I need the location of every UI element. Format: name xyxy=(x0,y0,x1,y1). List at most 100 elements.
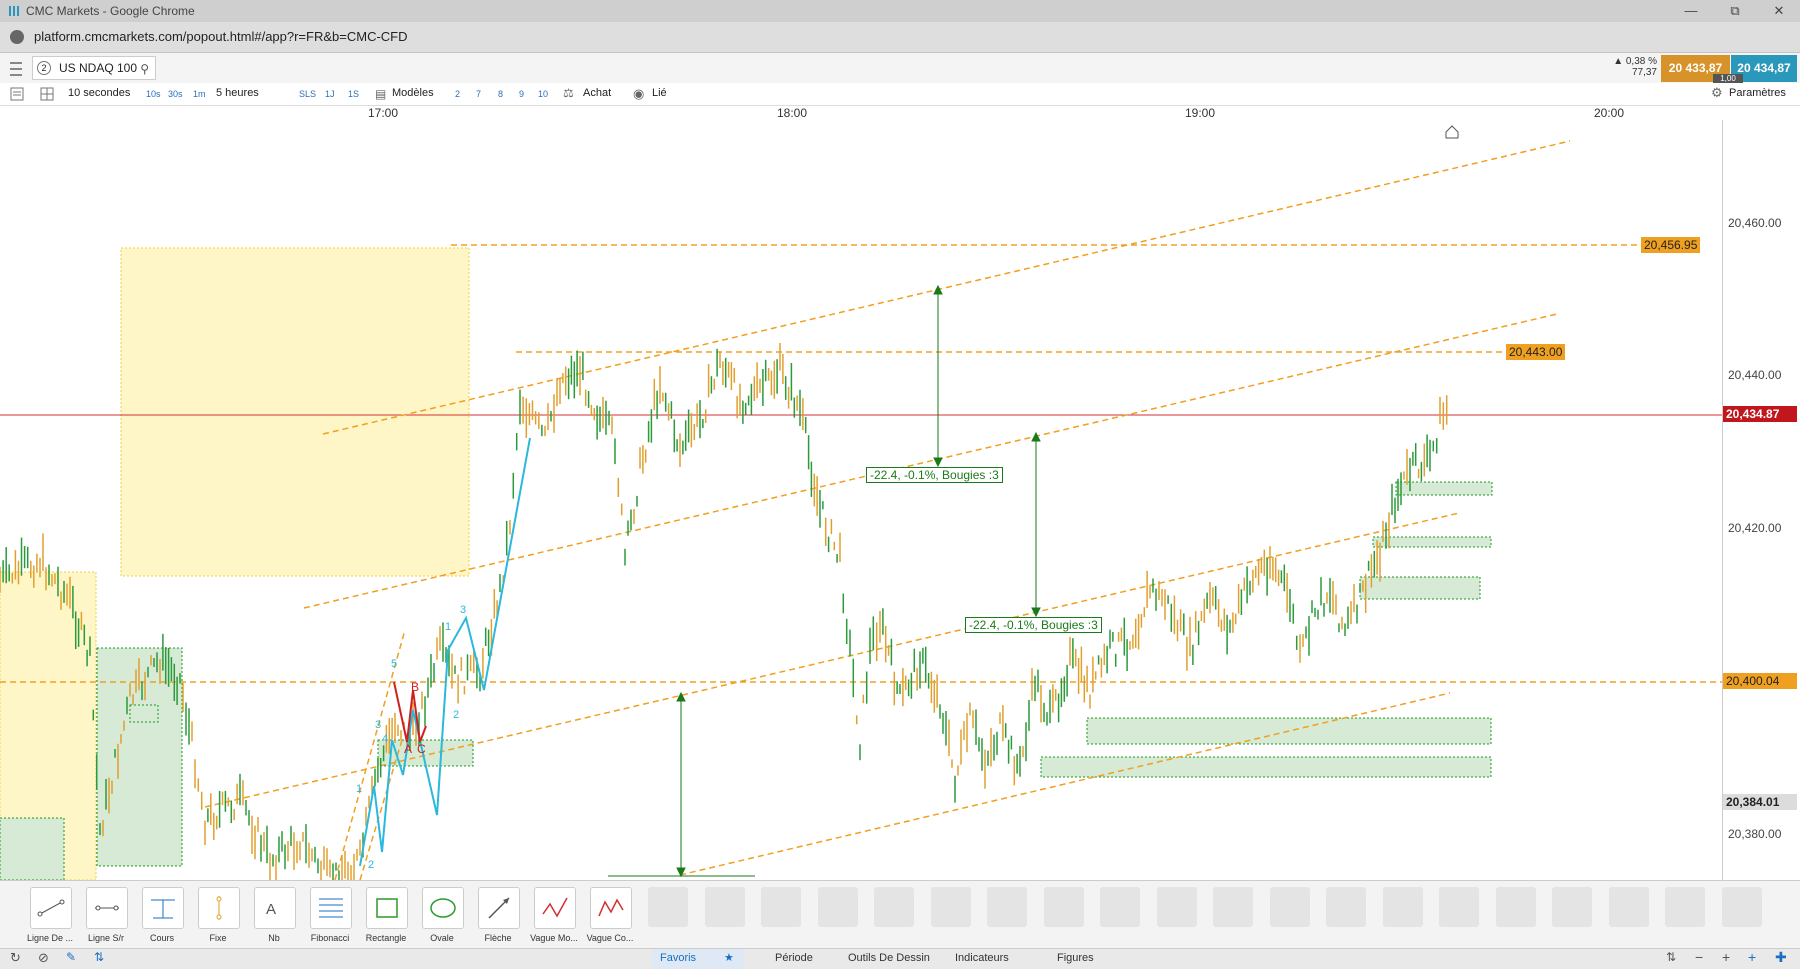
fit-icon[interactable]: ⇅ xyxy=(1666,950,1676,964)
cursor-icon[interactable]: ⇅ xyxy=(94,950,104,964)
pencil-icon[interactable]: ✎ xyxy=(66,950,76,964)
tab-outils[interactable]: Outils De Dessin xyxy=(848,952,930,964)
channel-line[interactable] xyxy=(322,140,1571,435)
interval-select[interactable]: 10 secondes xyxy=(68,87,130,99)
tab-figures[interactable]: Figures xyxy=(1057,952,1094,964)
empty-tool-slot[interactable] xyxy=(1326,887,1366,927)
tool-label: Ovale xyxy=(430,933,454,943)
svg-text:A: A xyxy=(266,901,276,918)
templates-button[interactable]: Modèles xyxy=(392,87,434,99)
empty-tool-slot[interactable] xyxy=(1721,887,1762,927)
interval-10s[interactable]: 10s xyxy=(146,89,161,99)
measure-label[interactable]: -22.4, -0.1%, Bougies :3 xyxy=(866,467,1003,483)
layout-icon[interactable] xyxy=(40,87,54,101)
span-1j[interactable]: 1J xyxy=(325,89,335,99)
empty-tool-slot[interactable] xyxy=(1665,887,1705,927)
corrective-wave-tool[interactable] xyxy=(590,887,632,929)
buy-mode-button[interactable]: Achat xyxy=(583,87,611,99)
cmc-logo-icon xyxy=(9,6,19,16)
tab-periode[interactable]: Période xyxy=(775,952,813,964)
search-icon[interactable]: ⚲ xyxy=(140,62,149,76)
rectangle-tool[interactable] xyxy=(366,887,408,929)
oval-tool[interactable] xyxy=(422,887,464,929)
empty-tool-slot[interactable] xyxy=(874,887,914,927)
price-axis-label: 20,460.00 xyxy=(1728,216,1782,230)
empty-tool-slot[interactable] xyxy=(1439,887,1479,927)
tool-label: Fixe xyxy=(209,933,227,943)
empty-tool-slot[interactable] xyxy=(704,887,745,927)
demand-zone xyxy=(1372,536,1492,548)
empty-tool-slot[interactable] xyxy=(817,887,858,927)
fibonacci-tool[interactable] xyxy=(310,887,352,929)
empty-tool-slot[interactable] xyxy=(1100,887,1140,927)
wave-label: A xyxy=(404,742,413,756)
level-tag: 20,456.95 xyxy=(1641,237,1701,253)
tab-label: Favoris xyxy=(660,952,697,964)
empty-tool-slot[interactable] xyxy=(1213,887,1253,927)
cancel-icon[interactable]: ⊘ xyxy=(38,950,49,966)
empty-tool-slot[interactable] xyxy=(1156,887,1197,927)
trend-line-tool[interactable] xyxy=(30,887,72,929)
price-axis[interactable] xyxy=(1722,120,1800,880)
preset-10[interactable]: 10 xyxy=(538,89,548,99)
note-tool[interactable]: A xyxy=(254,887,296,929)
interval-30s[interactable]: 30s xyxy=(168,89,183,99)
preset-7[interactable]: 7 xyxy=(476,89,481,99)
linked-button[interactable]: Lié xyxy=(652,87,667,99)
crosshair-icon[interactable]: + xyxy=(1748,949,1756,965)
list-icon[interactable] xyxy=(10,87,24,101)
price-axis-label: 20,420.00 xyxy=(1728,521,1782,535)
empty-tool-slot[interactable] xyxy=(1608,887,1649,927)
wave-tool[interactable] xyxy=(534,887,576,929)
title-bar: CMC Markets - Google Chrome — ⧉ ✕ xyxy=(0,0,1800,22)
empty-tool-slot[interactable] xyxy=(987,887,1027,927)
empty-tool-slot[interactable] xyxy=(1043,887,1084,927)
span-1s[interactable]: 1S xyxy=(348,89,359,99)
settings-button[interactable]: Paramètres xyxy=(1729,87,1786,99)
tab-favoris[interactable]: Favoris ★ xyxy=(652,949,744,969)
span-sls[interactable]: SLS xyxy=(299,89,316,99)
current-price-tag: 20,434.87 xyxy=(1723,406,1797,422)
gear-icon[interactable]: ⚙ xyxy=(1711,85,1723,101)
demand-zone xyxy=(1359,576,1481,600)
level-tag: 20,443.00 xyxy=(1506,344,1566,360)
price-axis-label: 20,380.00 xyxy=(1728,827,1782,841)
zoom-out-icon[interactable]: − xyxy=(1695,949,1703,965)
span-select[interactable]: 5 heures xyxy=(216,87,259,99)
arrow-tool[interactable] xyxy=(478,887,520,929)
empty-tool-slot[interactable] xyxy=(1495,887,1536,927)
minimize-button[interactable]: — xyxy=(1676,2,1706,20)
tool-label: Ligne De ... xyxy=(26,933,74,943)
instrument-badge: 2 xyxy=(37,61,51,75)
close-button[interactable]: ✕ xyxy=(1764,2,1794,20)
tab-indicateurs[interactable]: Indicateurs xyxy=(955,952,1009,964)
preset-9[interactable]: 9 xyxy=(519,89,524,99)
measure-label[interactable]: -22.4, -0.1%, Bougies :3 xyxy=(965,617,1102,633)
interval-1m[interactable]: 1m xyxy=(193,89,206,99)
fixed-tool[interactable] xyxy=(198,887,240,929)
preset-2[interactable]: 2 xyxy=(455,89,460,99)
time-label: 18:00 xyxy=(777,106,808,120)
menu-icon[interactable] xyxy=(10,62,22,76)
site-info-icon[interactable] xyxy=(10,30,24,44)
instrument-selector[interactable]: 2 US NDAQ 100 ⚲ xyxy=(32,56,156,80)
price-chart[interactable] xyxy=(0,120,1722,880)
demand-zone xyxy=(129,704,159,723)
price-line-tool[interactable] xyxy=(142,887,184,929)
sr-line-tool[interactable] xyxy=(86,887,128,929)
zoom-in-icon[interactable]: + xyxy=(1722,949,1730,965)
empty-tool-slot[interactable] xyxy=(930,887,971,927)
empty-tool-slot[interactable] xyxy=(761,887,801,927)
address-bar[interactable]: platform.cmcmarkets.com/popout.html#/app… xyxy=(0,22,1800,53)
preset-8[interactable]: 8 xyxy=(498,89,503,99)
empty-tool-slot[interactable] xyxy=(648,887,688,927)
restore-button[interactable]: ⧉ xyxy=(1720,2,1750,20)
empty-tool-slot[interactable] xyxy=(1382,887,1423,927)
url-text[interactable]: platform.cmcmarkets.com/popout.html#/app… xyxy=(34,29,408,44)
crosshair-full-icon[interactable]: ✚ xyxy=(1775,949,1787,966)
empty-tool-slot[interactable] xyxy=(1269,887,1310,927)
empty-tool-slot[interactable] xyxy=(1552,887,1592,927)
home-icon[interactable] xyxy=(1445,125,1459,139)
refresh-icon[interactable]: ↻ xyxy=(10,950,21,966)
channel-line[interactable] xyxy=(679,692,1451,876)
